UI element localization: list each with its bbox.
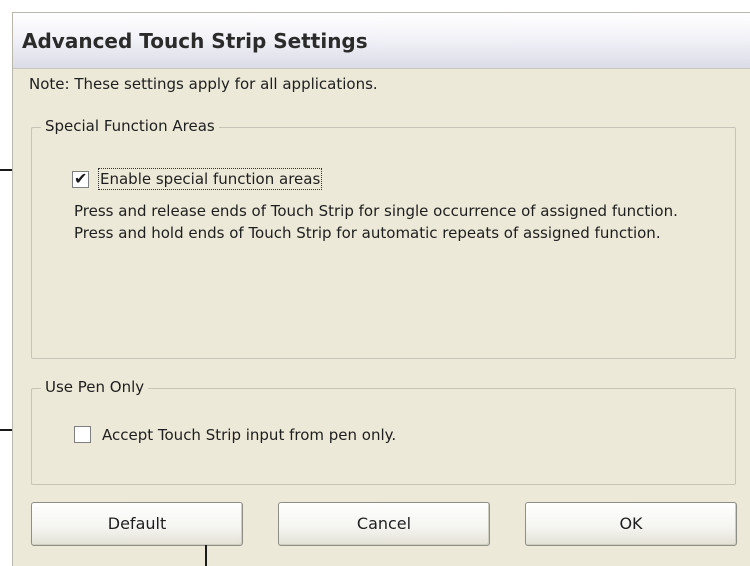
callout-line-default: [205, 545, 207, 566]
enable-special-areas-label[interactable]: Enable special function areas: [97, 168, 323, 190]
special-function-areas-group: Special Function Areas Enable special fu…: [31, 117, 736, 359]
use-pen-only-label: Use Pen Only: [41, 378, 149, 396]
dialog-title: Advanced Touch Strip Settings: [22, 29, 368, 53]
ok-button[interactable]: OK: [525, 502, 737, 546]
dialog-window: Advanced Touch Strip Settings Note: Thes…: [12, 12, 750, 566]
special-areas-description: Press and release ends of Touch Strip fo…: [74, 202, 678, 242]
default-button[interactable]: Default: [31, 502, 243, 546]
title-bar[interactable]: Advanced Touch Strip Settings: [13, 13, 750, 69]
enable-special-areas-checkbox[interactable]: [72, 169, 89, 188]
pen-only-label[interactable]: Accept Touch Strip input from pen only.: [102, 426, 396, 444]
pen-only-checkbox[interactable]: [74, 426, 91, 443]
special-function-areas-label: Special Function Areas: [41, 117, 219, 135]
use-pen-only-group: Use Pen Only Accept Touch Strip input fr…: [31, 378, 736, 485]
note-text: Note: These settings apply for all appli…: [29, 75, 378, 93]
cancel-button[interactable]: Cancel: [278, 502, 490, 546]
